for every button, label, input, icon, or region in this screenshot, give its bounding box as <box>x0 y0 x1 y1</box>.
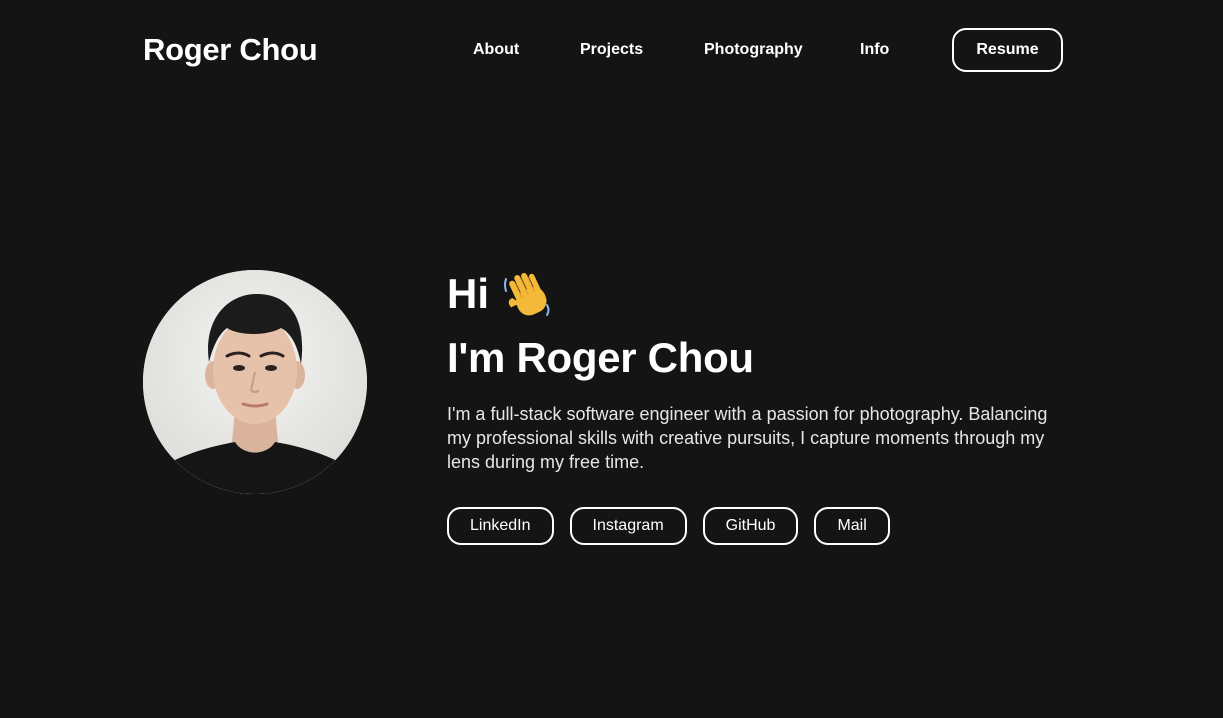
social-links: LinkedIn Instagram GitHub Mail <box>447 507 1067 545</box>
nav-link-info[interactable]: Info <box>860 40 889 60</box>
linkedin-button[interactable]: LinkedIn <box>447 507 554 545</box>
nav-link-photography[interactable]: Photography <box>704 40 803 60</box>
nav-link-projects[interactable]: Projects <box>580 40 643 60</box>
hero-section: Hi I'm Roger Chou I'm a full-stack softw… <box>447 266 1067 545</box>
hero-headline: I'm Roger Chou <box>447 334 754 381</box>
resume-button[interactable]: Resume <box>952 28 1063 72</box>
hero-bio: I'm a full-stack software engineer with … <box>447 404 1048 472</box>
github-button[interactable]: GitHub <box>702 507 799 545</box>
instagram-button[interactable]: Instagram <box>569 507 687 545</box>
site-logo-link[interactable]: Roger Chou <box>143 31 318 69</box>
mail-button[interactable]: Mail <box>814 507 890 545</box>
greeting-line: Hi <box>447 266 1067 322</box>
nav-link-about[interactable]: About <box>473 40 519 60</box>
profile-photo <box>143 270 367 494</box>
site-header: Roger Chou About Projects Photography In… <box>0 0 1223 100</box>
waving-hand-icon <box>503 269 553 319</box>
greeting-text: Hi <box>447 270 489 317</box>
